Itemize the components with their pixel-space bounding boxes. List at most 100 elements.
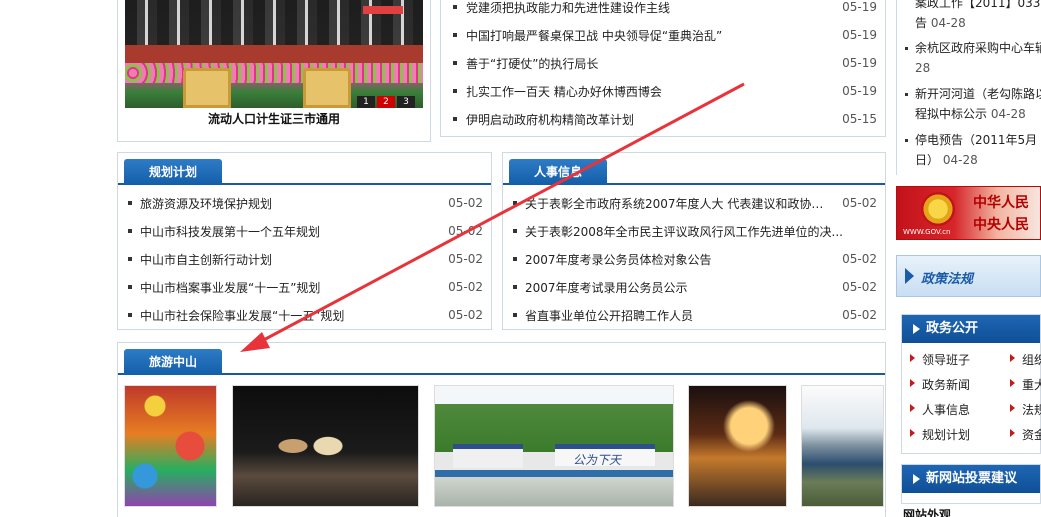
news-title[interactable]: 中国打响最严餐桌保卫战 中央领导促“重典治乱” xyxy=(466,27,832,44)
news-date: 05-19 xyxy=(842,56,877,70)
list-item[interactable]: 关于表彰2008年全市民主评议政风行风工作先进单位的决... xyxy=(503,217,885,245)
tour-photo-strip: 公为下天 xyxy=(124,385,884,507)
list-item[interactable]: 中国打响最严餐桌保卫战 中央领导促“重典治乱” 05-19 xyxy=(441,21,885,49)
top-news-list: 党建须把执政能力和先进性建设作主线 05-19 中国打响最严餐桌保卫战 中央领导促… xyxy=(440,0,886,137)
notice-line[interactable]: 告 xyxy=(915,16,927,30)
item-title[interactable]: 省直事业单位公开招聘工作人员 xyxy=(525,307,832,324)
gov-open-link[interactable]: 资金 xyxy=(1010,426,1041,443)
slideshow-image[interactable]: 1 2 3 xyxy=(125,0,423,108)
gov-open-link[interactable]: 规划计划 xyxy=(910,426,970,443)
item-title[interactable]: 中山市科技发展第十一个五年规划 xyxy=(140,223,438,240)
news-title[interactable]: 善于“打硬仗”的执行局长 xyxy=(466,55,832,72)
list-item[interactable]: 2007年度考试录用公务员公示 05-02 xyxy=(503,273,885,301)
news-date: 05-19 xyxy=(842,0,877,14)
gov-open-link[interactable]: 政务新闻 xyxy=(910,376,970,393)
list-item[interactable]: 中山市科技发展第十一个五年规划 05-02 xyxy=(118,217,491,245)
tour-photo[interactable] xyxy=(124,385,217,507)
list-item[interactable]: 余杭区政府采购中心车辆 28 xyxy=(897,38,1041,78)
survey-label: 网站外观 xyxy=(903,508,952,517)
news-title[interactable]: 伊明启动政府机构精简改革计划 xyxy=(466,111,832,128)
gov-open-link[interactable]: 组织 xyxy=(1010,351,1041,368)
gov-open-header[interactable]: 政务公开 xyxy=(902,315,1040,343)
bullet-icon xyxy=(453,33,457,37)
notice-date: 04-28 xyxy=(990,107,1026,121)
tab-plan[interactable]: 规划计划 xyxy=(124,159,222,185)
gov-open-link[interactable]: 重大 xyxy=(1010,376,1041,393)
pager-3[interactable]: 3 xyxy=(397,96,415,108)
item-title[interactable]: 关于表彰全市政府系统2007年度人大 代表建议和政协提... xyxy=(525,195,832,212)
notice-line[interactable]: 程拟中标公示 xyxy=(915,107,987,121)
tour-photo[interactable] xyxy=(232,385,419,507)
vote-header[interactable]: 新网站投票建议 xyxy=(902,465,1040,493)
panel-header: 人事信息 xyxy=(503,153,885,185)
tab-tour[interactable]: 旅游中山 xyxy=(124,349,222,375)
bullet-icon xyxy=(513,285,517,289)
tour-photo[interactable] xyxy=(688,385,787,507)
policy-banner[interactable]: 政策法规 xyxy=(896,255,1041,297)
list-item[interactable]: 旅游资源及环境保护规划 05-02 xyxy=(118,189,491,217)
vote-title: 新网站投票建议 xyxy=(926,471,1018,486)
item-date: 05-02 xyxy=(842,280,877,294)
list-item[interactable]: 停电预告（2011年5月 日） 04-28 xyxy=(897,130,1037,170)
list-item[interactable]: 案政工作【2011】033 告 04-28 xyxy=(897,0,1040,33)
item-title[interactable]: 2007年度考录公务员体检对象公告 xyxy=(525,251,832,268)
gov-cn-banner[interactable]: WWW.GOV.cn 中华人民 中央人民 xyxy=(896,186,1041,240)
slideshow-pager: 1 2 3 xyxy=(355,96,415,108)
gov-open-link-label: 组织 xyxy=(1022,353,1041,367)
arrow-right-icon xyxy=(905,268,914,284)
slideshow-flowers xyxy=(125,63,423,83)
triangle-right-icon xyxy=(910,379,915,387)
item-title[interactable]: 中山市档案事业发展“十一五”规划 xyxy=(140,279,438,296)
notice-line[interactable]: 案政工作【2011】033 xyxy=(915,0,1040,13)
list-item[interactable]: 关于表彰全市政府系统2007年度人大 代表建议和政协提... 05-02 xyxy=(503,189,885,217)
gate-sign-text: 公为下天 xyxy=(573,453,622,467)
list-item[interactable]: 2007年度考录公务员体检对象公告 05-02 xyxy=(503,245,885,273)
tab-hr[interactable]: 人事信息 xyxy=(509,159,607,185)
notice-line[interactable]: 余杭区政府采购中心车辆 xyxy=(915,38,1041,58)
item-title[interactable]: 旅游资源及环境保护规划 xyxy=(140,195,438,212)
news-title[interactable]: 党建须把执政能力和先进性建设作主线 xyxy=(466,0,832,16)
list-item[interactable]: 扎实工作一百天 精心办好休博西博会 05-19 xyxy=(441,77,885,105)
bullet-icon xyxy=(128,285,132,289)
gov-open-link-label: 人事信息 xyxy=(922,403,971,417)
slideshow-caption[interactable]: 流动人口计生证三市通用 xyxy=(118,110,430,127)
triangle-right-icon xyxy=(1010,354,1015,362)
item-title[interactable]: 中山市自主创新行动计划 xyxy=(140,251,438,268)
triangle-right-icon xyxy=(910,429,915,437)
news-date: 05-15 xyxy=(842,112,877,126)
list-item[interactable]: 中山市自主创新行动计划 05-02 xyxy=(118,245,491,273)
national-emblem-icon xyxy=(921,192,955,226)
tour-panel: 旅游中山 公为下天 xyxy=(117,342,886,517)
triangle-right-icon xyxy=(910,404,915,412)
pager-1[interactable]: 1 xyxy=(357,96,375,108)
news-title[interactable]: 扎实工作一百天 精心办好休博西博会 xyxy=(466,83,832,100)
item-date: 05-02 xyxy=(448,308,483,322)
gov-open-link[interactable]: 领导班子 xyxy=(910,351,970,368)
item-title[interactable]: 2007年度考试录用公务员公示 xyxy=(525,279,832,296)
notice-date: 04-28 xyxy=(942,153,978,167)
gov-open-link-label: 资金 xyxy=(1022,428,1041,442)
tour-photo[interactable] xyxy=(801,385,884,507)
pager-2[interactable]: 2 xyxy=(377,96,395,108)
list-item[interactable]: 省直事业单位公开招聘工作人员 05-02 xyxy=(503,301,885,329)
item-title[interactable]: 关于表彰2008年全市民主评议政风行风工作先进单位的决... xyxy=(525,223,867,240)
list-item[interactable]: 伊明启动政府机构精简改革计划 05-15 xyxy=(441,105,885,133)
list-item[interactable]: 中山市档案事业发展“十一五”规划 05-02 xyxy=(118,273,491,301)
tour-photo[interactable]: 公为下天 xyxy=(434,385,674,507)
notice-line[interactable]: 新开河河道（老勾陈路以 xyxy=(915,84,1041,104)
item-title[interactable]: 中山市社会保险事业发展“十一五”规划 xyxy=(140,307,438,324)
bullet-icon xyxy=(128,229,132,233)
plan-panel: 规划计划 旅游资源及环境保护规划 05-02 中山市科技发展第十一个五年规划 05-… xyxy=(117,152,492,330)
notice-line[interactable]: 日） xyxy=(915,153,939,167)
bullet-icon xyxy=(905,93,908,96)
list-item[interactable]: 善于“打硬仗”的执行局长 05-19 xyxy=(441,49,885,77)
list-item[interactable]: 中山市社会保险事业发展“十一五”规划 05-02 xyxy=(118,301,491,329)
bullet-icon xyxy=(128,257,132,261)
notice-line[interactable]: 停电预告（2011年5月 xyxy=(915,130,1037,150)
list-item[interactable]: 党建须把执政能力和先进性建设作主线 05-19 xyxy=(441,0,885,21)
gov-open-link[interactable]: 人事信息 xyxy=(910,401,970,418)
gov-open-link[interactable]: 法规 xyxy=(1010,401,1041,418)
triangle-right-icon xyxy=(1010,429,1015,437)
vote-box: 新网站投票建议 xyxy=(901,464,1041,504)
list-item[interactable]: 新开河河道（老勾陈路以 程拟中标公示 04-28 xyxy=(897,84,1041,124)
